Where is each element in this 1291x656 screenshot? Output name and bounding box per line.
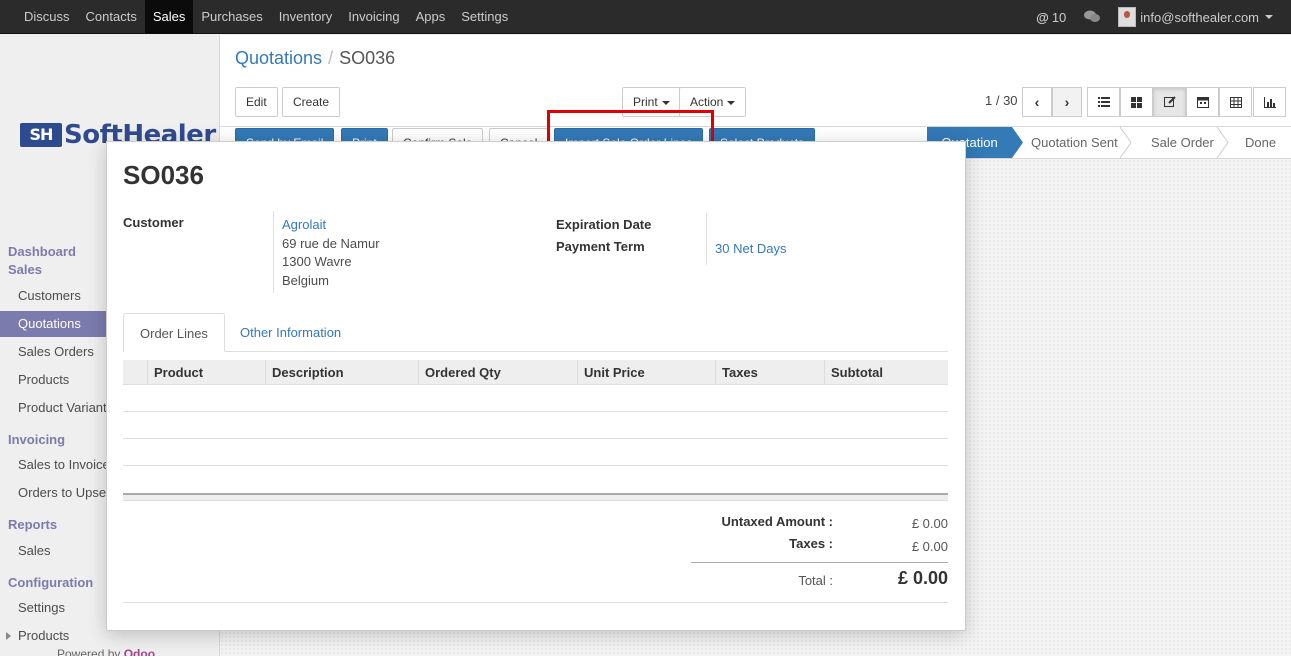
order-lines-table-header: Product Description Ordered Qty Unit Pri… — [123, 360, 948, 385]
stage-sale-order[interactable]: Sale Order — [1151, 127, 1214, 158]
chevron-down-icon — [1265, 15, 1273, 19]
view-graph-button[interactable] — [1253, 87, 1286, 117]
sidebar-section-sales[interactable]: Sales — [8, 262, 42, 277]
document-title: SO036 — [123, 160, 204, 190]
nav-discuss[interactable]: Discuss — [16, 0, 78, 34]
total-label: Total : — [798, 573, 833, 588]
notification-count: 10 — [1051, 9, 1067, 25]
column-unit-price[interactable]: Unit Price — [577, 360, 645, 385]
odoo-link[interactable]: Odoo — [124, 647, 155, 656]
user-menu[interactable]: info@softhealer.com — [1118, 7, 1273, 27]
column-ordered-qty[interactable]: Ordered Qty — [418, 360, 501, 385]
top-menu-bar: Discuss Contacts Sales Purchases Invento… — [0, 0, 1291, 34]
untaxed-amount-label: Untaxed Amount : — [721, 514, 833, 529]
bar-chart-icon — [1263, 96, 1276, 108]
breadcrumb-current: SO036 — [339, 48, 396, 68]
stage-done[interactable]: Done — [1245, 127, 1276, 158]
pager-next-button[interactable]: › — [1052, 87, 1082, 117]
form-sheet: SO036 Customer Agrolait 69 rue de Namur … — [106, 141, 966, 631]
table-footer — [123, 493, 948, 501]
column-description[interactable]: Description — [265, 360, 344, 385]
table-row — [123, 465, 948, 466]
customer-address-line2: 1300 Wavre — [282, 254, 352, 269]
customer-address-line1: 69 rue de Namur — [282, 236, 380, 251]
user-email: info@softhealer.com — [1140, 9, 1259, 25]
tab-other-information[interactable]: Other Information — [224, 313, 357, 352]
nav-sales[interactable]: Sales — [144, 0, 194, 34]
nav-inventory[interactable]: Inventory — [271, 0, 340, 34]
field-divider — [706, 213, 707, 265]
total-separator — [691, 562, 948, 563]
caret-down-icon — [661, 100, 670, 105]
nav-contacts[interactable]: Contacts — [78, 0, 145, 34]
list-icon — [1097, 97, 1110, 107]
sidebar-item-config-products-label: Products — [18, 628, 70, 643]
total-value: £ 0.00 — [897, 568, 948, 588]
view-calendar-button[interactable] — [1186, 87, 1219, 117]
taxes-label: Taxes : — [789, 536, 833, 551]
payment-term-label: Payment Term — [556, 239, 645, 254]
customer-link[interactable]: Agrolait — [282, 217, 326, 232]
payment-term-link[interactable]: 30 Net Days — [715, 241, 787, 256]
at-icon: @ — [1036, 9, 1049, 25]
nav-apps[interactable]: Apps — [408, 0, 454, 34]
top-nav: Discuss Contacts Sales Purchases Invento… — [16, 0, 516, 34]
caret-right-icon — [6, 632, 11, 640]
view-pivot-button[interactable] — [1219, 87, 1252, 117]
create-button[interactable]: Create — [282, 87, 341, 117]
pager-value[interactable]: 1 / 30 — [985, 93, 1018, 108]
top-right-systray: @ 10 info@softhealer.com — [1036, 0, 1291, 34]
customer-label: Customer — [123, 215, 184, 230]
view-form-button[interactable] — [1153, 87, 1186, 117]
expiration-date-label: Expiration Date — [556, 217, 652, 232]
view-list-button[interactable] — [1087, 87, 1120, 117]
column-product[interactable]: Product — [147, 360, 203, 385]
taxes-value: £ 0.00 — [911, 539, 948, 554]
form-edit-icon — [1163, 96, 1176, 107]
breadcrumb-separator: / — [328, 48, 334, 68]
chat-button[interactable] — [1084, 10, 1101, 24]
logo-mark: SH — [20, 123, 62, 147]
customer-address-line3: Belgium — [282, 273, 329, 288]
sheet-bottom-divider — [123, 602, 948, 603]
stage-divider — [1119, 127, 1132, 158]
stage-quotation-sent[interactable]: Quotation Sent — [1031, 127, 1118, 158]
chat-bubbles-icon — [1084, 10, 1101, 22]
sidebar-section-dashboard[interactable]: Dashboard — [8, 244, 76, 259]
breadcrumb-quotations[interactable]: Quotations — [235, 48, 322, 68]
chevron-right-icon: › — [1064, 94, 1070, 110]
mentions-button[interactable]: @ 10 — [1036, 10, 1066, 25]
sidebar-section-configuration[interactable]: Configuration — [8, 575, 93, 590]
view-kanban-button[interactable] — [1120, 87, 1153, 117]
nav-settings[interactable]: Settings — [453, 0, 516, 34]
pager-previous-button[interactable]: ‹ — [1022, 87, 1052, 117]
nav-purchases[interactable]: Purchases — [193, 0, 270, 34]
kanban-icon — [1131, 96, 1142, 108]
sidebar-section-reports[interactable]: Reports — [8, 517, 57, 532]
tab-order-lines[interactable]: Order Lines — [123, 313, 225, 352]
stage-divider — [1216, 127, 1229, 158]
untaxed-amount-value: £ 0.00 — [911, 516, 948, 531]
table-row — [123, 438, 948, 439]
nav-invoicing[interactable]: Invoicing — [340, 0, 407, 34]
caret-down-icon — [727, 100, 736, 105]
calendar-icon — [1196, 97, 1209, 108]
column-subtotal[interactable]: Subtotal — [824, 360, 883, 385]
column-taxes[interactable]: Taxes — [715, 360, 758, 385]
powered-by: Powered by Odoo — [57, 647, 155, 656]
field-divider — [273, 211, 274, 293]
sidebar-section-invoicing[interactable]: Invoicing — [8, 432, 65, 447]
breadcrumb: Quotations / SO036 — [235, 48, 395, 69]
edit-button[interactable]: Edit — [235, 87, 278, 117]
notebook-tabs: Order Lines Other Information — [123, 313, 948, 352]
table-icon — [1229, 96, 1242, 108]
chevron-left-icon: ‹ — [1034, 94, 1040, 110]
table-row — [123, 411, 948, 412]
avatar — [1118, 7, 1137, 27]
